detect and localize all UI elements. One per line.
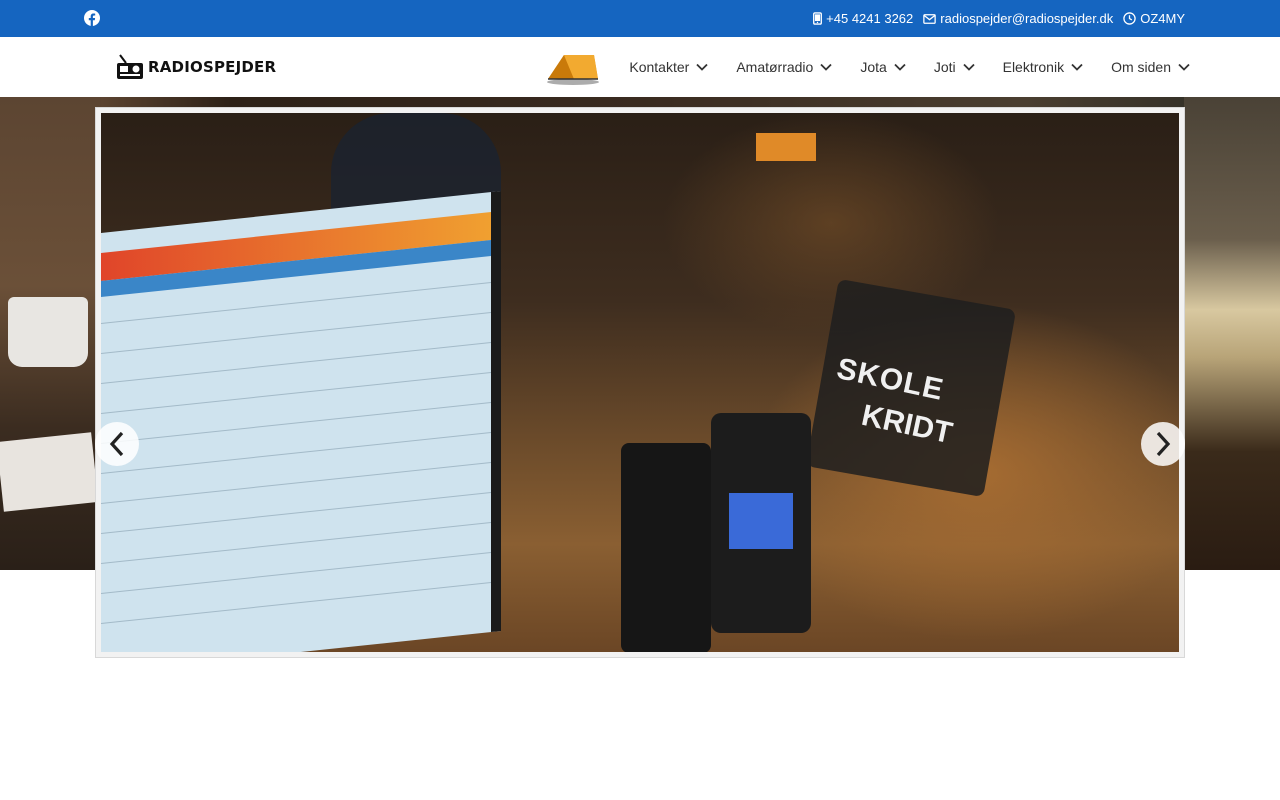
background-paper [0,432,99,512]
photo-radio-2 [711,413,811,633]
chevron-down-icon [962,63,975,71]
chevron-down-icon [1071,63,1083,71]
slider-prev-button[interactable] [95,422,139,466]
nav-item-jota[interactable]: Jota [860,59,906,75]
email-contact[interactable]: radiospejder@radiospejder.dk [923,11,1113,26]
main-navbar: RADIOSPEJDER Kontakter Amatørradio Jota … [0,37,1280,97]
nav-item-om-siden[interactable]: Om siden [1111,59,1190,75]
photo-rig-display [756,133,816,161]
contact-info: +45 4241 3262 radiospejder@radiospejder.… [813,11,1185,26]
radio-logo-icon [117,54,143,79]
phone-contact[interactable]: +45 4241 3262 [813,11,913,26]
main-menu: Kontakter Amatørradio Jota Joti Elektron… [629,37,1190,97]
nav-label: Amatørradio [736,59,814,75]
phone-icon [813,12,823,25]
chevron-down-icon [894,63,906,71]
callsign-info: OZ4MY [1123,11,1185,26]
slider-next-button[interactable] [1141,422,1185,466]
nav-item-amatorradio[interactable]: Amatørradio [736,59,832,75]
chevron-down-icon [1178,63,1190,71]
image-slider: SKOLE KRIDT [95,107,1185,658]
callsign: OZ4MY [1140,11,1185,26]
facebook-icon [84,10,100,26]
background-photo-right [1184,97,1280,570]
chevron-right-icon [1156,431,1171,457]
nav-label: Om siden [1111,59,1171,75]
clock-icon [1123,12,1136,25]
tent-icon[interactable] [546,49,600,85]
photo-laptop-screen [101,190,501,652]
chevron-left-icon [109,431,124,457]
facebook-link[interactable] [84,10,100,26]
logo-text: RADIOSPEJDER [148,58,277,76]
nav-label: Jota [860,59,887,75]
nav-label: Joti [933,59,956,75]
nav-item-joti[interactable]: Joti [934,59,975,75]
background-mug [8,297,88,367]
slide-photo: SKOLE KRIDT [101,113,1179,652]
nav-label: Kontakter [629,59,690,75]
phone-number: +45 4241 3262 [826,11,914,26]
chevron-down-icon [820,63,832,71]
nav-label: Elektronik [1002,59,1065,75]
envelope-icon [923,13,937,24]
photo-radio-1 [621,443,711,652]
email-address: radiospejder@radiospejder.dk [940,11,1114,26]
top-bar: +45 4241 3262 radiospejder@radiospejder.… [0,0,1280,37]
site-logo[interactable]: RADIOSPEJDER [116,52,276,82]
chevron-down-icon [696,63,708,71]
nav-item-kontakter[interactable]: Kontakter [629,59,708,75]
nav-item-elektronik[interactable]: Elektronik [1003,59,1083,75]
